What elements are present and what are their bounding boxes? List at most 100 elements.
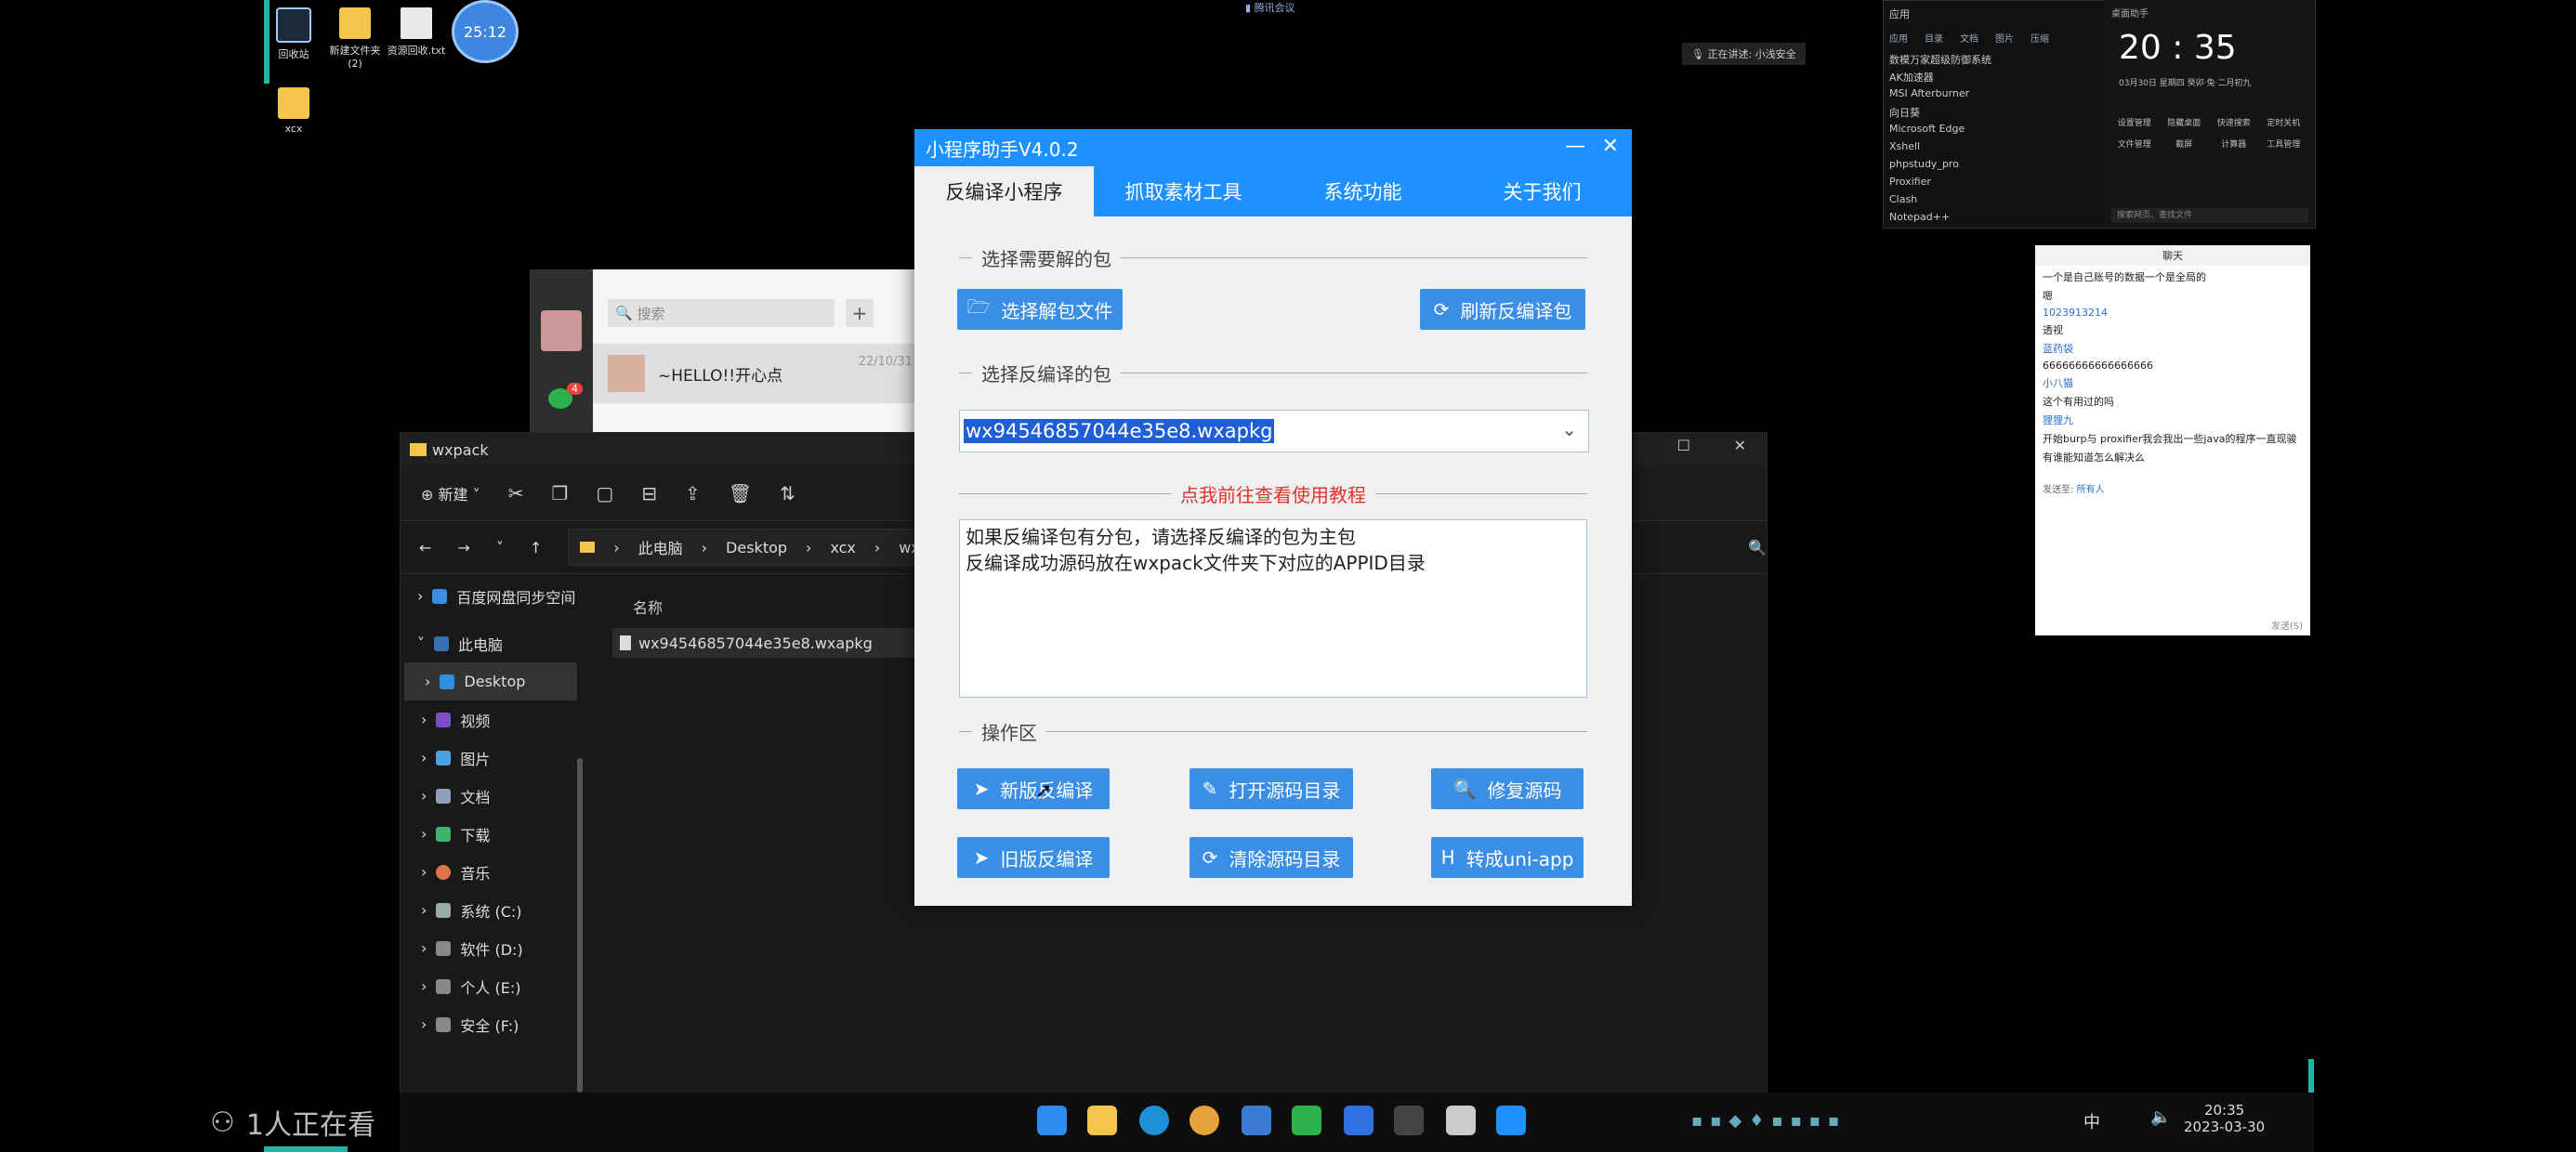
fix-source-button[interactable]: 🔍 修复源码 (1431, 768, 1584, 809)
open-source-dir-button[interactable]: ✎ 打开源码目录 (1189, 768, 1353, 809)
search-icon[interactable]: 🔍 (1748, 539, 1767, 556)
old-decompile-button[interactable]: ➤ 旧版反编译 (957, 837, 1110, 878)
nav-item-music[interactable]: › 音乐 (401, 853, 577, 891)
nav-item-this-pc[interactable]: ˅ 此电脑 (401, 624, 577, 662)
breadcrumb-item[interactable]: xcx (830, 539, 855, 556)
app-item[interactable]: AK加速器 (1889, 70, 2122, 87)
clear-source-dir-button[interactable]: ⟳ 清除源码目录 (1189, 837, 1353, 878)
copy-icon[interactable]: ❐ (551, 482, 568, 504)
tab-decompile[interactable]: 反编译小程序 (914, 166, 1094, 216)
nav-item-documents[interactable]: › 文档 (401, 777, 577, 815)
app-item[interactable]: phpstudy_pro (1889, 158, 2122, 176)
ime-indicator[interactable]: 中 (2083, 1109, 2100, 1133)
search-input[interactable]: 🔍 搜索 (608, 299, 835, 327)
paste-icon[interactable]: ▢ (596, 482, 613, 504)
tool-item[interactable]: 工具管理 (2261, 137, 2307, 150)
desktop-icon-txt-file[interactable]: 资源回收.txt (379, 7, 453, 58)
app-icon[interactable] (1242, 1106, 1271, 1135)
web-search-input[interactable]: 搜索网页、查找文件 (2111, 208, 2308, 223)
tab-docs[interactable]: 文档 (1960, 31, 1978, 45)
folder-icon (278, 87, 309, 119)
file-row[interactable]: wx94546857044e35e8.wxapkg (612, 628, 917, 658)
meeting-status: ▮ 腾讯会议 (1245, 2, 1295, 14)
tool-item[interactable]: 隐藏桌面 (2162, 116, 2208, 128)
delete-icon[interactable]: 🗑 (729, 482, 752, 504)
tab-images[interactable]: 图片 (1995, 31, 2014, 45)
tab-scrape-assets[interactable]: 抓取素材工具 (1094, 166, 1273, 216)
nav-item-downloads[interactable]: › 下载 (401, 815, 577, 853)
windows-start-icon[interactable] (1037, 1106, 1067, 1135)
taskbar-clock[interactable]: 20:35 2023-03-30 (2184, 1102, 2265, 1135)
wechat-icon[interactable] (1292, 1106, 1321, 1135)
close-button[interactable]: ✕ (1602, 135, 1619, 158)
tab-about[interactable]: 关于我们 (1452, 166, 1632, 216)
rename-icon[interactable]: ⊟ (641, 482, 657, 504)
nav-item-drive-f[interactable]: › 安全 (F:) (401, 1005, 577, 1043)
tool-item[interactable]: 截屏 (2162, 137, 2208, 150)
tool-item[interactable]: 快速搜索 (2211, 116, 2257, 128)
back-icon[interactable]: ← (419, 539, 431, 556)
tab-apps[interactable]: 应用 (1889, 31, 1908, 45)
refresh-package-button[interactable]: ⟳ 刷新反编译包 (1420, 289, 1585, 330)
recycle-bin-icon (276, 7, 311, 43)
desktop-icon-xcx[interactable]: xcx (256, 87, 331, 135)
breadcrumb-item[interactable]: Desktop (726, 539, 787, 556)
chat-message: 蓝药袋 (2043, 343, 2073, 355)
chrome-icon[interactable] (1189, 1106, 1219, 1135)
select-file-button[interactable]: 🗁 选择解包文件 (957, 289, 1123, 330)
new-button[interactable]: ⊕ 新建 ˅ (421, 482, 480, 504)
app-item[interactable]: 向日葵 (1889, 105, 2122, 123)
sort-icon[interactable]: ⇅ (780, 482, 795, 504)
tool-item[interactable]: 文件管理 (2111, 137, 2158, 150)
nav-item-drive-c[interactable]: › 系统 (C:) (401, 891, 577, 929)
close-icon[interactable]: ✕ (1734, 437, 1746, 454)
chevron-down-icon[interactable]: ˅ (496, 539, 504, 556)
meeting-icon[interactable] (1344, 1106, 1373, 1135)
assistant-icon[interactable] (1496, 1106, 1526, 1135)
volume-icon[interactable]: 🔈 (2150, 1107, 2171, 1127)
send-button[interactable]: 发送(S) (2271, 618, 2303, 632)
tool-item[interactable]: 定时关机 (2261, 116, 2307, 128)
cut-icon[interactable]: ✂ (508, 482, 524, 504)
nav-item-drive-e[interactable]: › 个人 (E:) (401, 967, 577, 1005)
breadcrumb-item[interactable]: 此电脑 (638, 536, 683, 558)
tab-system[interactable]: 系统功能 (1273, 166, 1452, 216)
app-item[interactable]: MSI Afterburner (1889, 87, 2122, 105)
up-icon[interactable]: ↑ (530, 539, 542, 556)
info-textarea[interactable]: 如果反编译包有分包，请选择反编译的包为主包 反编译成功源码放在wxpack文件夹… (959, 519, 1587, 698)
edge-icon[interactable] (1139, 1106, 1169, 1135)
app-item[interactable]: Proxifier (1889, 176, 2122, 193)
app-item[interactable]: Microsoft Edge (1889, 123, 2122, 140)
minimize-button[interactable]: — (1565, 135, 1585, 158)
tray-icons[interactable]: ▪▪◆♦▪▪▪▪ (1691, 1111, 1847, 1131)
convert-uniapp-button[interactable]: H 转成uni-app (1431, 837, 1584, 878)
tool-icon[interactable] (1446, 1106, 1476, 1135)
forward-icon[interactable]: → (457, 539, 469, 556)
tool-item[interactable]: 计算器 (2211, 137, 2257, 150)
nav-item-baidu[interactable]: › 百度网盘同步空间 (401, 577, 577, 615)
nav-item-videos[interactable]: › 视频 (401, 700, 577, 739)
tab-archives[interactable]: 压缩 (2031, 31, 2049, 45)
bulb-icon[interactable] (1394, 1106, 1424, 1135)
chat-list-item[interactable]: ~HELLO!!开心点 22/10/31 (593, 344, 918, 403)
new-decompile-button[interactable]: ➤ 新版反编译 (957, 768, 1110, 809)
app-item[interactable]: 数模万家超级防御系统 (1889, 52, 2122, 70)
nav-item-desktop[interactable]: › Desktop (404, 662, 577, 700)
tool-item[interactable]: 设置管理 (2111, 116, 2158, 128)
column-header-name[interactable]: 名称 (633, 596, 663, 618)
file-explorer-icon[interactable] (1087, 1106, 1117, 1135)
app-item[interactable]: Notepad++ (1889, 211, 2122, 229)
tab-dirs[interactable]: 目录 (1925, 31, 1943, 45)
add-button[interactable]: + (846, 299, 874, 327)
app-item[interactable]: Clash (1889, 193, 2122, 211)
nav-scrollbar[interactable] (577, 758, 583, 1093)
package-select[interactable]: wx94546857044e35e8.wxapkg ⌄ (959, 410, 1589, 452)
recipient-select[interactable]: 所有人 (2077, 485, 2105, 495)
app-item[interactable]: Xshell (1889, 140, 2122, 158)
maximize-icon[interactable]: ☐ (1677, 437, 1690, 454)
avatar[interactable] (541, 310, 582, 351)
share-icon[interactable]: ⇪ (685, 482, 701, 504)
nav-item-pictures[interactable]: › 图片 (401, 739, 577, 777)
tutorial-link[interactable]: 点我前往查看使用教程 (959, 480, 1587, 507)
nav-item-drive-d[interactable]: › 软件 (D:) (401, 929, 577, 967)
